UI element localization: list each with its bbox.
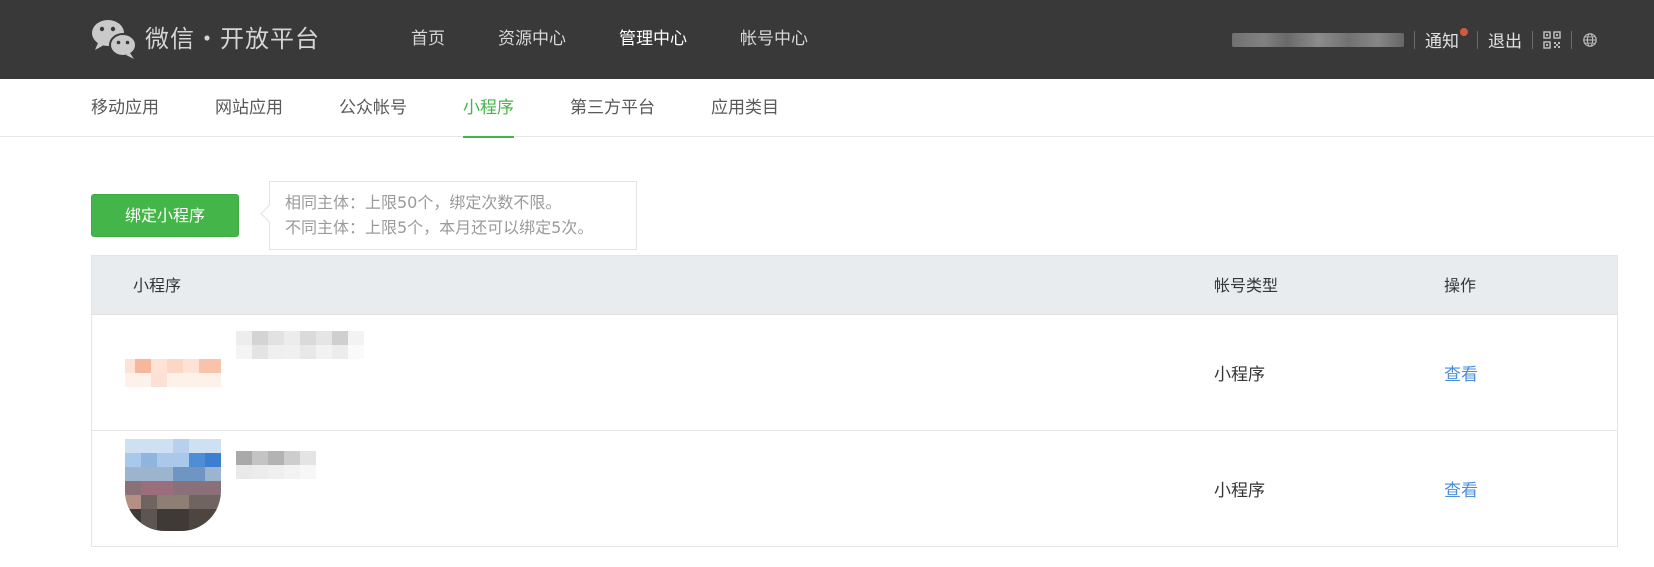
table-row: 小程序 查看 (92, 431, 1617, 547)
tab-official-accounts[interactable]: 公众帐号 (339, 79, 407, 137)
brand-name: 微信・开放平台 (145, 25, 320, 53)
table-row: 小程序 查看 (92, 315, 1617, 431)
notify-link[interactable]: 通知 (1425, 27, 1468, 52)
mini-program-name-blurred (236, 331, 364, 359)
bind-mini-program-button[interactable]: 绑定小程序 (91, 194, 239, 237)
mini-program-name-blurred (236, 451, 316, 479)
tip-line-same-entity: 相同主体：上限50个，绑定次数不限。 (285, 193, 562, 212)
mini-program-avatar-blurred (125, 359, 221, 399)
mini-program-avatar-blurred (125, 439, 221, 531)
tab-website-apps[interactable]: 网站应用 (215, 79, 283, 137)
qrcode-icon[interactable] (1543, 30, 1561, 49)
top-bar: 微信・开放平台 首页 资源中心 管理中心 帐号中心 通知 退出 (0, 0, 1654, 79)
brand-logo[interactable]: 微信・开放平台 (91, 18, 320, 60)
mini-program-table: 小程序 帐号类型 操作 小程序 查看 小程序 查看 (91, 255, 1618, 547)
notify-badge-dot (1460, 28, 1468, 36)
main-nav-resources[interactable]: 资源中心 (498, 0, 566, 79)
table-header: 小程序 帐号类型 操作 (92, 256, 1617, 315)
divider (1571, 30, 1572, 49)
main-nav: 首页 资源中心 管理中心 帐号中心 (411, 0, 861, 79)
tip-line-different-entity: 不同主体：上限5个，本月还可以绑定5次。 (285, 218, 594, 237)
header-actions: 操作 (1444, 276, 1477, 295)
sub-nav: 移动应用 网站应用 公众帐号 小程序 第三方平台 应用类目 (0, 79, 1654, 138)
view-link[interactable]: 查看 (1444, 476, 1478, 501)
header-mini-program: 小程序 (133, 276, 182, 295)
view-link[interactable]: 查看 (1444, 360, 1478, 385)
wechat-logo-icon (92, 20, 137, 59)
divider (1477, 30, 1478, 49)
tab-third-party-platform[interactable]: 第三方平台 (570, 79, 655, 137)
main-nav-management[interactable]: 管理中心 (619, 0, 687, 79)
notify-label: 通知 (1425, 32, 1459, 52)
sub-nav-tabs: 移动应用 网站应用 公众帐号 小程序 第三方平台 应用类目 (91, 79, 835, 138)
divider (1414, 30, 1415, 49)
tab-mobile-apps[interactable]: 移动应用 (91, 79, 159, 137)
tab-mini-programs[interactable]: 小程序 (463, 79, 514, 138)
header-account-type: 帐号类型 (1214, 276, 1279, 295)
bind-limit-tooltip: 相同主体：上限50个，绑定次数不限。 不同主体：上限5个，本月还可以绑定5次。 (269, 181, 637, 250)
main-nav-home[interactable]: 首页 (411, 0, 445, 79)
account-name-blurred[interactable] (1232, 32, 1404, 47)
account-type-value: 小程序 (1214, 365, 1265, 385)
divider (1532, 30, 1533, 49)
main-nav-account[interactable]: 帐号中心 (740, 0, 808, 79)
logout-link[interactable]: 退出 (1488, 27, 1522, 52)
globe-icon[interactable] (1582, 32, 1598, 48)
user-bar: 通知 退出 (1232, 0, 1598, 79)
tab-app-categories[interactable]: 应用类目 (711, 79, 779, 137)
account-type-value: 小程序 (1214, 481, 1265, 501)
